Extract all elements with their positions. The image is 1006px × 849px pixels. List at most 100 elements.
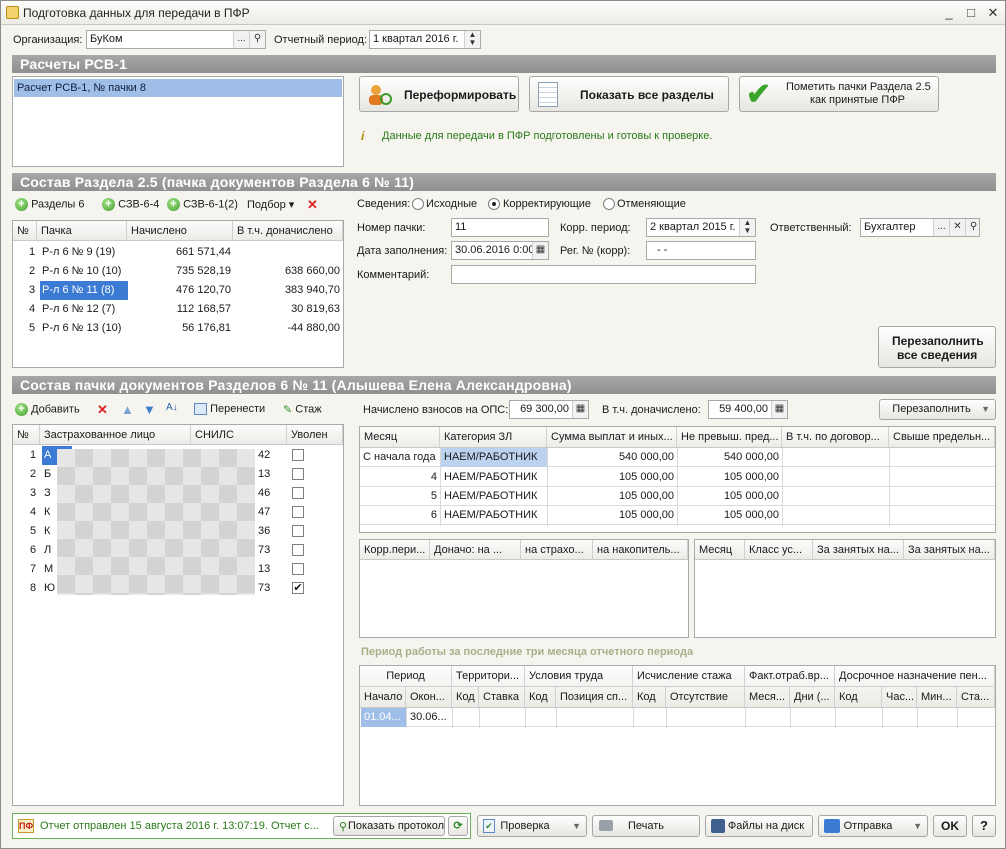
period-group-fact[interactable]: Факт.отраб.вр... [745,666,835,686]
reformat-button[interactable]: Переформировать [359,76,519,112]
fill-date-field[interactable]: 30.06.2016 0:00 ▦ [451,241,549,260]
refill-button[interactable]: Перезаполнить ▼ [879,399,996,420]
pay-col-sum[interactable]: Сумма выплат и иных... [547,427,677,447]
period-sub-stavka[interactable]: Ста... [957,687,995,707]
fired-checkbox[interactable] [292,563,304,575]
fired-checkbox[interactable] [292,449,304,461]
sort-icon[interactable]: A↓ [166,402,178,413]
move-button[interactable]: Перенести [194,403,265,416]
period-sub-hours[interactable]: Час... [882,687,917,707]
rsv-list-item[interactable]: Расчет РСВ-1, № пачки 8 [14,79,342,97]
ok-button[interactable]: OK [933,815,967,837]
persons-col-fired[interactable]: Уволен [287,425,343,445]
podbor-button[interactable]: Подбор ▾ [247,198,294,211]
refill-all-button[interactable]: Перезаполнить все сведения [878,326,996,368]
check-button[interactable]: ✔ Проверка ▼ [477,815,587,837]
table-row[interactable]: 2 Р-л 6 № 10 (10) 735 528,19 638 660,00 [13,262,343,281]
send-button[interactable]: Отправка ▼ [818,815,928,837]
period-sub-start[interactable]: Начало [360,687,406,707]
table-row[interactable]: 01.04... 30.06... [360,708,995,727]
period-sub-months[interactable]: Меся... [745,687,790,707]
refresh-button[interactable]: ⟳ [448,816,468,836]
class-col-month[interactable]: Месяц [695,540,745,560]
persons-col-name[interactable]: Застрахованное лицо [40,425,191,445]
table-row[interactable]: 5 Р-л 6 № 13 (10) 56 176,81 -44 880,00 [13,319,343,338]
period-sub-end[interactable]: Окон... [406,687,452,707]
fired-checkbox[interactable] [292,525,304,537]
period-sub-stazh-code[interactable]: Код [633,687,666,707]
radio-original[interactable] [412,198,424,210]
period-group-early[interactable]: Досрочное назначение пен... [835,666,995,686]
packs-col-extra[interactable]: В т.ч. доначислено [233,221,343,241]
pack-no-field[interactable]: 11 [451,218,549,237]
period-group-conditions[interactable]: Условия труда [525,666,633,686]
period-sub-rate[interactable]: Ставка [479,687,525,707]
extra-field[interactable]: 59 400,00 ▦ [708,400,788,419]
period-sub-minutes[interactable]: Мин... [917,687,957,707]
add-szv612-button[interactable]: + СЗВ-6-1(2) [167,198,238,211]
pay-col-contract[interactable]: В т.ч. по договор... [782,427,889,447]
close-icon[interactable]: ✕ [985,5,1001,21]
packs-col-accrued[interactable]: Начислено [127,221,233,241]
class-col-class[interactable]: Класс ус... [745,540,813,560]
table-row[interactable]: 4 Р-л 6 № 12 (7) 112 168,57 30 819,63 [13,300,343,319]
calculator-icon[interactable]: ▦ [771,401,787,418]
corr-col-accum[interactable]: на накопитель... [593,540,688,560]
table-row[interactable]: 1 Р-л 6 № 9 (19) 661 571,44 [13,243,343,262]
move-up-icon[interactable]: ▲ [121,402,134,417]
move-down-icon[interactable]: ▼ [143,402,156,417]
period-group-stazh[interactable]: Исчисление стажа [633,666,745,686]
maximize-icon[interactable]: □ [963,5,979,21]
pay-col-cat[interactable]: Категория ЗЛ [440,427,547,447]
period-sub-absence[interactable]: Отсутствие [666,687,745,707]
period-sub-position[interactable]: Позиция сп... [556,687,633,707]
add-person-button[interactable]: + Добавить [15,403,80,416]
delete-icon[interactable]: ✕ [97,402,108,418]
add-szv64-button[interactable]: + СЗВ-6-4 [102,198,159,211]
comment-field[interactable] [451,265,756,284]
fired-checkbox[interactable] [292,544,304,556]
show-protocol-button[interactable]: ⚲ Показать протокол [333,816,445,836]
class-col-employed2[interactable]: За занятых на... [904,540,995,560]
corr-col-period[interactable]: Корр.пери... [360,540,430,560]
add-razdely-button[interactable]: + Разделы 6 [15,198,85,211]
org-select-button[interactable]: ... [233,31,249,48]
pay-col-over[interactable]: Свыше предельн... [889,427,995,447]
period-group-territory[interactable]: Территори... [452,666,525,686]
pay-col-limit[interactable]: Не превыш. пред... [677,427,782,447]
corr-col-insurance[interactable]: на страхо... [521,540,593,560]
class-col-employed1[interactable]: За занятых на... [813,540,904,560]
persons-col-snils[interactable]: СНИЛС [191,425,287,445]
corr-col-extra[interactable]: Доначо: на ... [430,540,521,560]
calendar-icon[interactable]: ▦ [532,242,548,259]
files-to-disk-button[interactable]: Файлы на диск [705,815,813,837]
search-icon[interactable]: ⚲ [249,31,265,48]
period-sub-cond-code[interactable]: Код [525,687,556,707]
period-sub-terr-code[interactable]: Код [452,687,479,707]
period-group-period[interactable]: Период [360,666,452,686]
responsible-select-button[interactable]: ... [933,219,949,236]
clear-icon[interactable]: ✕ [949,219,965,236]
fired-checkbox[interactable] [292,506,304,518]
fired-checkbox[interactable] [292,487,304,499]
fired-checkbox[interactable]: ✔ [292,582,304,594]
mark-accepted-button[interactable]: ✔ Пометить пачки Раздела 2.5 как приняты… [739,76,939,112]
responsible-field[interactable]: Бухгалтер ... ✕ ⚲ [860,218,980,237]
packs-col-n[interactable]: № [13,221,37,241]
minimize-icon[interactable]: _ [941,5,957,21]
period-sub-early-code[interactable]: Код [835,687,882,707]
ops-field[interactable]: 69 300,00 ▦ [509,400,589,419]
print-button[interactable]: Печать [592,815,700,837]
fired-checkbox[interactable] [292,468,304,480]
delete-icon[interactable]: ✕ [307,197,318,213]
show-all-sections-button[interactable]: Показать все разделы [529,76,729,112]
packs-col-pack[interactable]: Пачка [37,221,127,241]
period-spin-icon[interactable]: ▲ ▼ [464,31,480,48]
corr-period-spin-icon[interactable]: ▲ ▼ [739,219,755,236]
rsv-list[interactable]: Расчет РСВ-1, № пачки 8 [12,76,344,167]
period-sub-days[interactable]: Дни (... [790,687,835,707]
pay-col-month[interactable]: Месяц [360,427,440,447]
help-button[interactable]: ? [972,815,996,837]
period-field[interactable]: 1 квартал 2016 г. ▲ ▼ [369,30,481,49]
persons-col-n[interactable]: № [13,425,40,445]
